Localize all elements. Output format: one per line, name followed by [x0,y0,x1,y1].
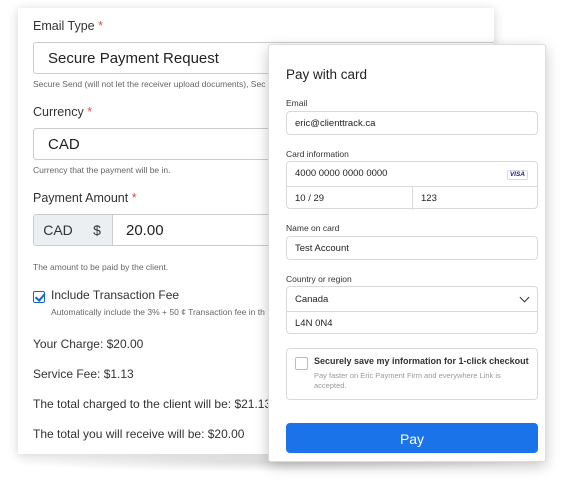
card-information-label: Card information [286,149,349,159]
postal-code-input[interactable]: L4N 0N4 [295,318,333,329]
payment-amount-label: Payment Amount * [33,191,137,205]
card-row-divider [412,187,413,210]
postal-code-row: L4N 0N4 [287,311,537,335]
card-expiry-input[interactable]: 10 / 29 [295,193,324,204]
currency-value: CAD [48,136,80,153]
country-postal-group: Canada L4N 0N4 [286,286,538,334]
card-expiry-cvc-row: 10 / 29 123 [287,186,537,210]
payment-amount-label-text: Payment Amount [33,191,129,205]
payment-amount-hint: The amount to be paid by the client. [33,262,169,272]
save-info-subtitle: Pay faster on Eric Payment Firm and ever… [314,371,501,390]
currency-label-text: Currency [33,105,84,119]
visa-icon: VISA [506,170,528,180]
currency-hint: Currency that the payment will be in. [33,165,171,175]
currency-addon: CAD [34,215,83,245]
email-label: Email [286,98,308,108]
required-marker: * [131,191,137,205]
card-number-input[interactable]: 4000 0000 0000 0000 [295,168,387,179]
currency-label: Currency * [33,105,92,119]
payment-amount-input[interactable]: 20.00 [126,222,164,239]
country-select[interactable]: Canada [295,294,328,305]
pay-panel-title: Pay with card [286,67,368,82]
required-marker: * [87,105,93,119]
name-on-card-field[interactable]: Test Account [286,236,538,260]
card-cvc-input[interactable]: 123 [421,193,437,204]
email-type-label-text: Email Type [33,19,95,33]
chevron-down-icon[interactable] [519,292,530,303]
email-type-value: Secure Payment Request [48,50,219,67]
email-field[interactable]: eric@clienttrack.ca [286,111,538,135]
email-type-label: Email Type * [33,19,103,33]
total-receive-text: The total you will receive will be: $20.… [33,427,245,441]
transaction-fee-hint: Automatically include the 3% + 50 ¢ Tran… [51,307,265,317]
email-type-hint: Secure Send (will not let the receiver u… [33,79,266,89]
name-on-card-label: Name on card [286,223,340,233]
card-information-group: 4000 0000 0000 0000 VISA 10 / 29 123 [286,161,538,210]
transaction-fee-label[interactable]: Include Transaction Fee [51,288,179,302]
email-value: eric@clienttrack.ca [295,118,376,129]
save-info-box: Securely save my information for 1-click… [286,348,538,400]
name-on-card-value: Test Account [295,243,349,254]
total-charged-text: The total charged to the client will be:… [33,397,272,411]
dollar-sign-addon: $ [82,215,113,245]
pay-button[interactable]: Pay [286,423,538,453]
save-info-title: Securely save my information for 1-click… [314,356,529,366]
your-charge-text: Your Charge: $20.00 [33,337,144,351]
country-region-label: Country or region [286,274,352,284]
transaction-fee-checkbox[interactable] [33,291,45,303]
pay-with-card-panel: Pay with card Email eric@clienttrack.ca … [268,44,546,462]
save-info-checkbox[interactable] [295,357,308,370]
service-fee-text: Service Fee: $1.13 [33,367,134,381]
required-marker: * [98,19,103,33]
